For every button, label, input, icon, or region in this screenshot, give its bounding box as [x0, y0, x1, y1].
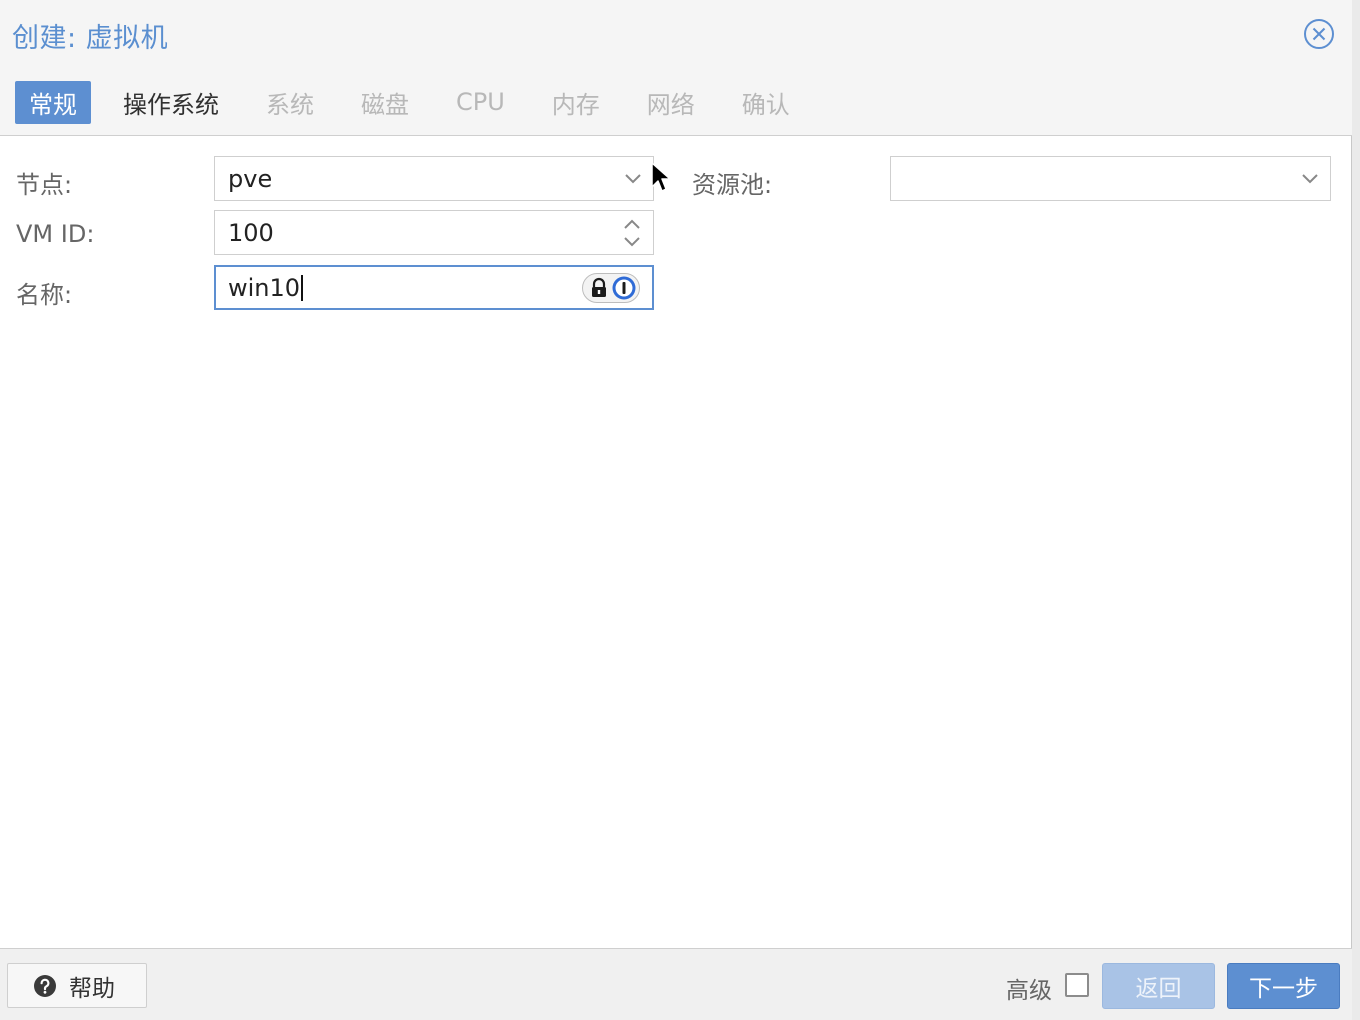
text-caret [301, 275, 304, 301]
lock-icon [592, 277, 606, 297]
question-circle-icon [34, 974, 56, 997]
help-label: 帮助 [69, 975, 115, 1002]
mouse-cursor-icon [651, 162, 671, 192]
vmid-field[interactable]: 100 [214, 210, 654, 255]
dialog-header: 创建: 虚拟机 常规 操作系统 系统 磁盘 CPU 内存 网络 确认 [0, 0, 1352, 136]
pool-label: 资源池: [692, 171, 773, 199]
wizard-tabs: 常规 操作系统 系统 磁盘 CPU 内存 网络 确认 [15, 80, 823, 124]
node-select[interactable]: pve [214, 156, 654, 201]
tab-disk: 磁盘 [361, 90, 409, 119]
vmid-value: 100 [228, 219, 274, 247]
password-manager-icon [612, 276, 636, 300]
tab-network: 网络 [646, 90, 695, 119]
dialog-footer: 帮助 高级 返回 下一步 [0, 948, 1352, 1020]
advanced-checkbox[interactable] [1065, 973, 1089, 997]
tab-system: 系统 [266, 90, 314, 119]
node-label: 节点: [16, 171, 73, 199]
advanced-label: 高级 [1006, 978, 1052, 1004]
chevron-down-icon[interactable] [1300, 168, 1320, 188]
next-button[interactable]: 下一步 [1227, 963, 1340, 1009]
password-manager-button[interactable] [582, 273, 640, 303]
node-value: pve [228, 165, 273, 193]
name-label: 名称: [16, 281, 73, 309]
vmid-label: VM ID: [16, 220, 95, 248]
tab-confirm: 确认 [741, 90, 790, 119]
help-button[interactable]: 帮助 [7, 963, 147, 1008]
close-button[interactable] [1303, 18, 1335, 50]
window-edge [1352, 0, 1360, 1020]
tab-general[interactable]: 常规 [15, 80, 91, 124]
tab-os[interactable]: 操作系统 [109, 81, 233, 124]
pool-select[interactable] [890, 156, 1331, 201]
close-icon [1304, 19, 1334, 49]
dialog-title: 创建: 虚拟机 [12, 23, 169, 54]
name-field[interactable]: win10 [214, 265, 654, 310]
spinner-icon[interactable] [621, 217, 643, 249]
tab-memory: 内存 [551, 90, 600, 119]
tab-cpu: CPU [456, 88, 505, 116]
chevron-down-icon[interactable] [623, 168, 643, 188]
back-button[interactable]: 返回 [1102, 963, 1215, 1009]
name-value: win10 [228, 274, 301, 302]
create-vm-dialog: 创建: 虚拟机 常规 操作系统 系统 磁盘 CPU 内存 网络 确认 节点: p… [0, 0, 1352, 1020]
